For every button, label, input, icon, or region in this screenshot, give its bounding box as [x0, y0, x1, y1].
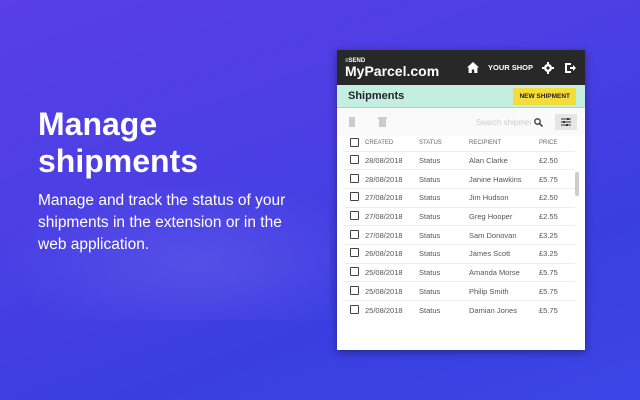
- table-row[interactable]: 28/08/2018 Status Alan Clarke £2.50: [343, 150, 575, 170]
- row-checkbox[interactable]: [350, 266, 359, 276]
- cell-recipient: Greg Hooper: [469, 206, 539, 226]
- hero-title: Manage shipments: [38, 106, 308, 180]
- cell-price: £2.55: [539, 206, 575, 226]
- extension-popup: ≡SEND MyParcel.com YOUR SHOP Shipments NE…: [337, 50, 585, 350]
- cell-created: 25/08/2018: [365, 262, 419, 282]
- row-checkbox[interactable]: [350, 229, 359, 239]
- logout-icon[interactable]: [563, 61, 577, 75]
- header-created[interactable]: CREATED: [365, 136, 419, 151]
- cell-status: Status: [419, 187, 469, 208]
- home-icon[interactable]: [466, 61, 480, 75]
- cell-status: Status: [419, 169, 469, 189]
- cell-price: £5.75: [539, 169, 575, 189]
- header-price[interactable]: PRICE: [539, 136, 575, 151]
- cell-created: 27/08/2018: [365, 225, 419, 245]
- row-checkbox[interactable]: [350, 285, 359, 295]
- shipments-table: CREATED STATUS RECIPIENT PRICE 28/08/201…: [343, 136, 575, 320]
- row-checkbox[interactable]: [350, 210, 359, 220]
- table-row[interactable]: 27/08/2018 Status Sam Donovan £3.25: [343, 225, 575, 245]
- row-checkbox[interactable]: [350, 248, 359, 258]
- cell-status: Status: [419, 262, 469, 282]
- cell-created: 28/08/2018: [365, 150, 419, 170]
- table-row[interactable]: 26/08/2018 Status James Scott £3.25: [343, 243, 575, 264]
- cell-recipient: Damian Jones: [469, 300, 539, 320]
- row-checkbox[interactable]: [350, 304, 359, 314]
- page-title: Shipments: [348, 90, 405, 102]
- table-row[interactable]: 25/08/2018 Status Amanda Morse £5.75: [343, 262, 575, 282]
- hero: Manage shipments Manage and track the sta…: [38, 106, 308, 256]
- table-row[interactable]: 27/08/2018 Status Greg Hooper £2.55: [343, 206, 575, 226]
- new-shipment-button[interactable]: NEW SHIPMENT: [513, 87, 576, 105]
- cell-recipient: Amanda Morse: [469, 262, 539, 282]
- cell-created: 26/08/2018: [365, 243, 419, 264]
- gear-icon[interactable]: [541, 61, 555, 75]
- row-checkbox[interactable]: [350, 173, 359, 183]
- shop-link[interactable]: YOUR SHOP: [488, 63, 533, 72]
- cell-created: 25/08/2018: [365, 281, 419, 301]
- cell-recipient: James Scott: [469, 243, 539, 264]
- cell-price: £3.25: [539, 243, 575, 264]
- table-row[interactable]: 25/08/2018 Status Philip Smith £5.75: [343, 281, 575, 301]
- title-bar: Shipments NEW SHIPMENT: [337, 85, 585, 108]
- cell-status: Status: [419, 150, 469, 170]
- cell-price: £5.75: [539, 262, 575, 282]
- cell-recipient: Janine Hawkins: [469, 169, 539, 189]
- cell-recipient: Alan Clarke: [469, 150, 539, 170]
- scrollbar[interactable]: [575, 172, 579, 196]
- cell-status: Status: [419, 300, 469, 320]
- app-header: ≡SEND MyParcel.com YOUR SHOP: [337, 50, 585, 85]
- logo: ≡SEND MyParcel.com: [345, 58, 439, 78]
- toolbar: Search shipments: [337, 108, 585, 136]
- cell-status: Status: [419, 206, 469, 226]
- header-recipient[interactable]: RECIPIENT: [469, 136, 539, 151]
- filter-icon: [561, 118, 571, 126]
- cell-status: Status: [419, 225, 469, 245]
- table-header: CREATED STATUS RECIPIENT PRICE: [343, 136, 575, 151]
- table-row[interactable]: 27/08/2018 Status Jim Hudson £2.50: [343, 187, 575, 208]
- logo-text: MyParcel.com: [345, 62, 440, 79]
- cell-created: 27/08/2018: [365, 187, 419, 208]
- cell-created: 27/08/2018: [365, 206, 419, 226]
- search-input[interactable]: Search shipments: [476, 118, 531, 127]
- cell-price: £5.75: [539, 300, 575, 320]
- cell-recipient: Jim Hudson: [469, 187, 539, 208]
- table-row[interactable]: 28/08/2018 Status Janine Hawkins £5.75: [343, 169, 575, 189]
- header-status[interactable]: STATUS: [419, 136, 469, 151]
- cell-recipient: Sam Donovan: [469, 225, 539, 245]
- title-line-1: Manage: [38, 106, 158, 142]
- row-checkbox[interactable]: [350, 192, 359, 202]
- cell-price: £3.25: [539, 225, 575, 245]
- hero-body: Manage and track the status of your ship…: [38, 192, 286, 253]
- filter-button[interactable]: [555, 114, 577, 130]
- cell-created: 25/08/2018: [365, 300, 419, 320]
- document-icon[interactable]: [345, 115, 359, 129]
- cell-price: £2.50: [539, 187, 575, 208]
- cell-status: Status: [419, 281, 469, 301]
- row-checkbox[interactable]: [350, 154, 359, 164]
- cell-recipient: Philip Smith: [469, 281, 539, 301]
- cell-created: 28/08/2018: [365, 169, 419, 189]
- delete-icon[interactable]: [375, 115, 389, 129]
- table-row[interactable]: 25/08/2018 Status Damian Jones £5.75: [343, 300, 575, 320]
- cell-status: Status: [419, 243, 469, 264]
- cell-price: £5.75: [539, 281, 575, 301]
- search-icon[interactable]: [531, 115, 545, 129]
- cell-price: £2.50: [539, 150, 575, 170]
- title-line-2: shipments: [38, 143, 199, 179]
- select-all-checkbox[interactable]: [350, 137, 359, 147]
